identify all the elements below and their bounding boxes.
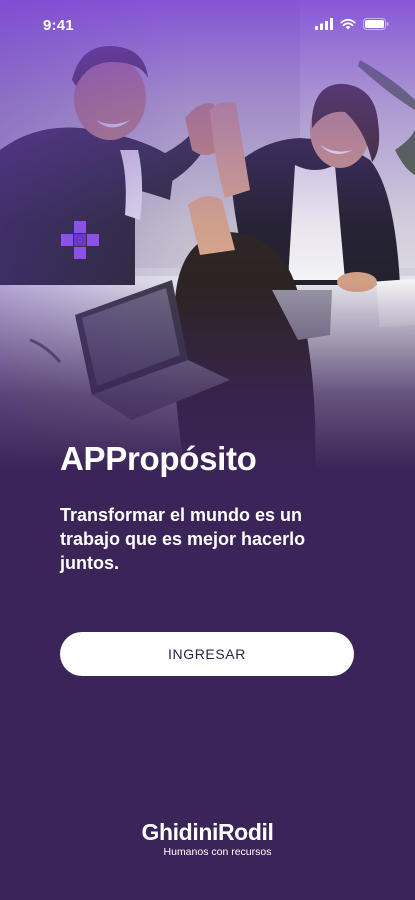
battery-icon [363, 18, 389, 30]
status-time: 9:41 [43, 17, 74, 34]
wifi-icon [340, 18, 356, 30]
tagline: Transformar el mundo es un trabajo que e… [60, 505, 306, 573]
cellular-signal-icon [315, 18, 333, 30]
status-bar: 9:41 [0, 0, 415, 52]
welcome-screen: 9:41 APPropósito Transformar el mundo es… [0, 0, 415, 900]
logo-name: GhidiniRodil [141, 819, 274, 845]
company-logo: GhidiniRodil Humanos con recursos [0, 818, 415, 858]
logo-tagline: Humanos con recursos [163, 846, 272, 858]
purple-pixel-cross-icon [61, 221, 99, 259]
status-icons [315, 18, 389, 30]
app-title: APPropósito [60, 440, 257, 477]
login-button[interactable]: INGRESAR [60, 632, 354, 676]
